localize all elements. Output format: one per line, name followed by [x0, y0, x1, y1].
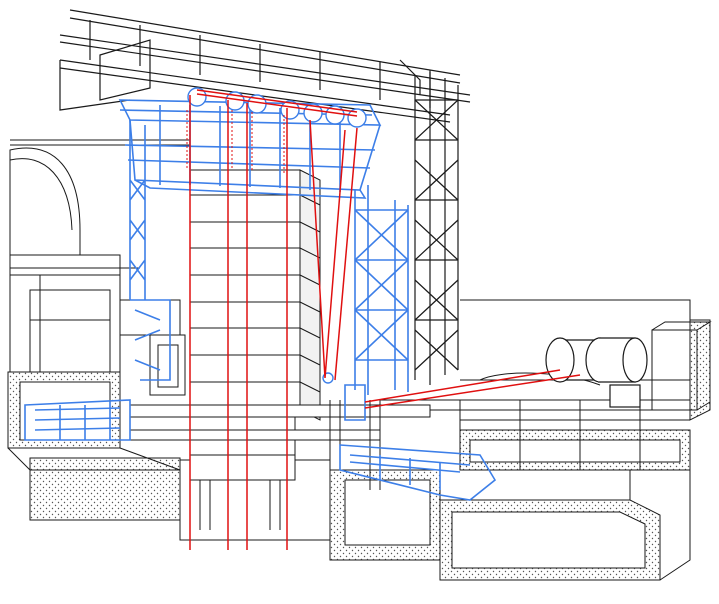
- technical-drawing: [0, 0, 719, 604]
- winch-drums: [545, 337, 648, 408]
- isometric-hoist-diagram: [7, 9, 712, 581]
